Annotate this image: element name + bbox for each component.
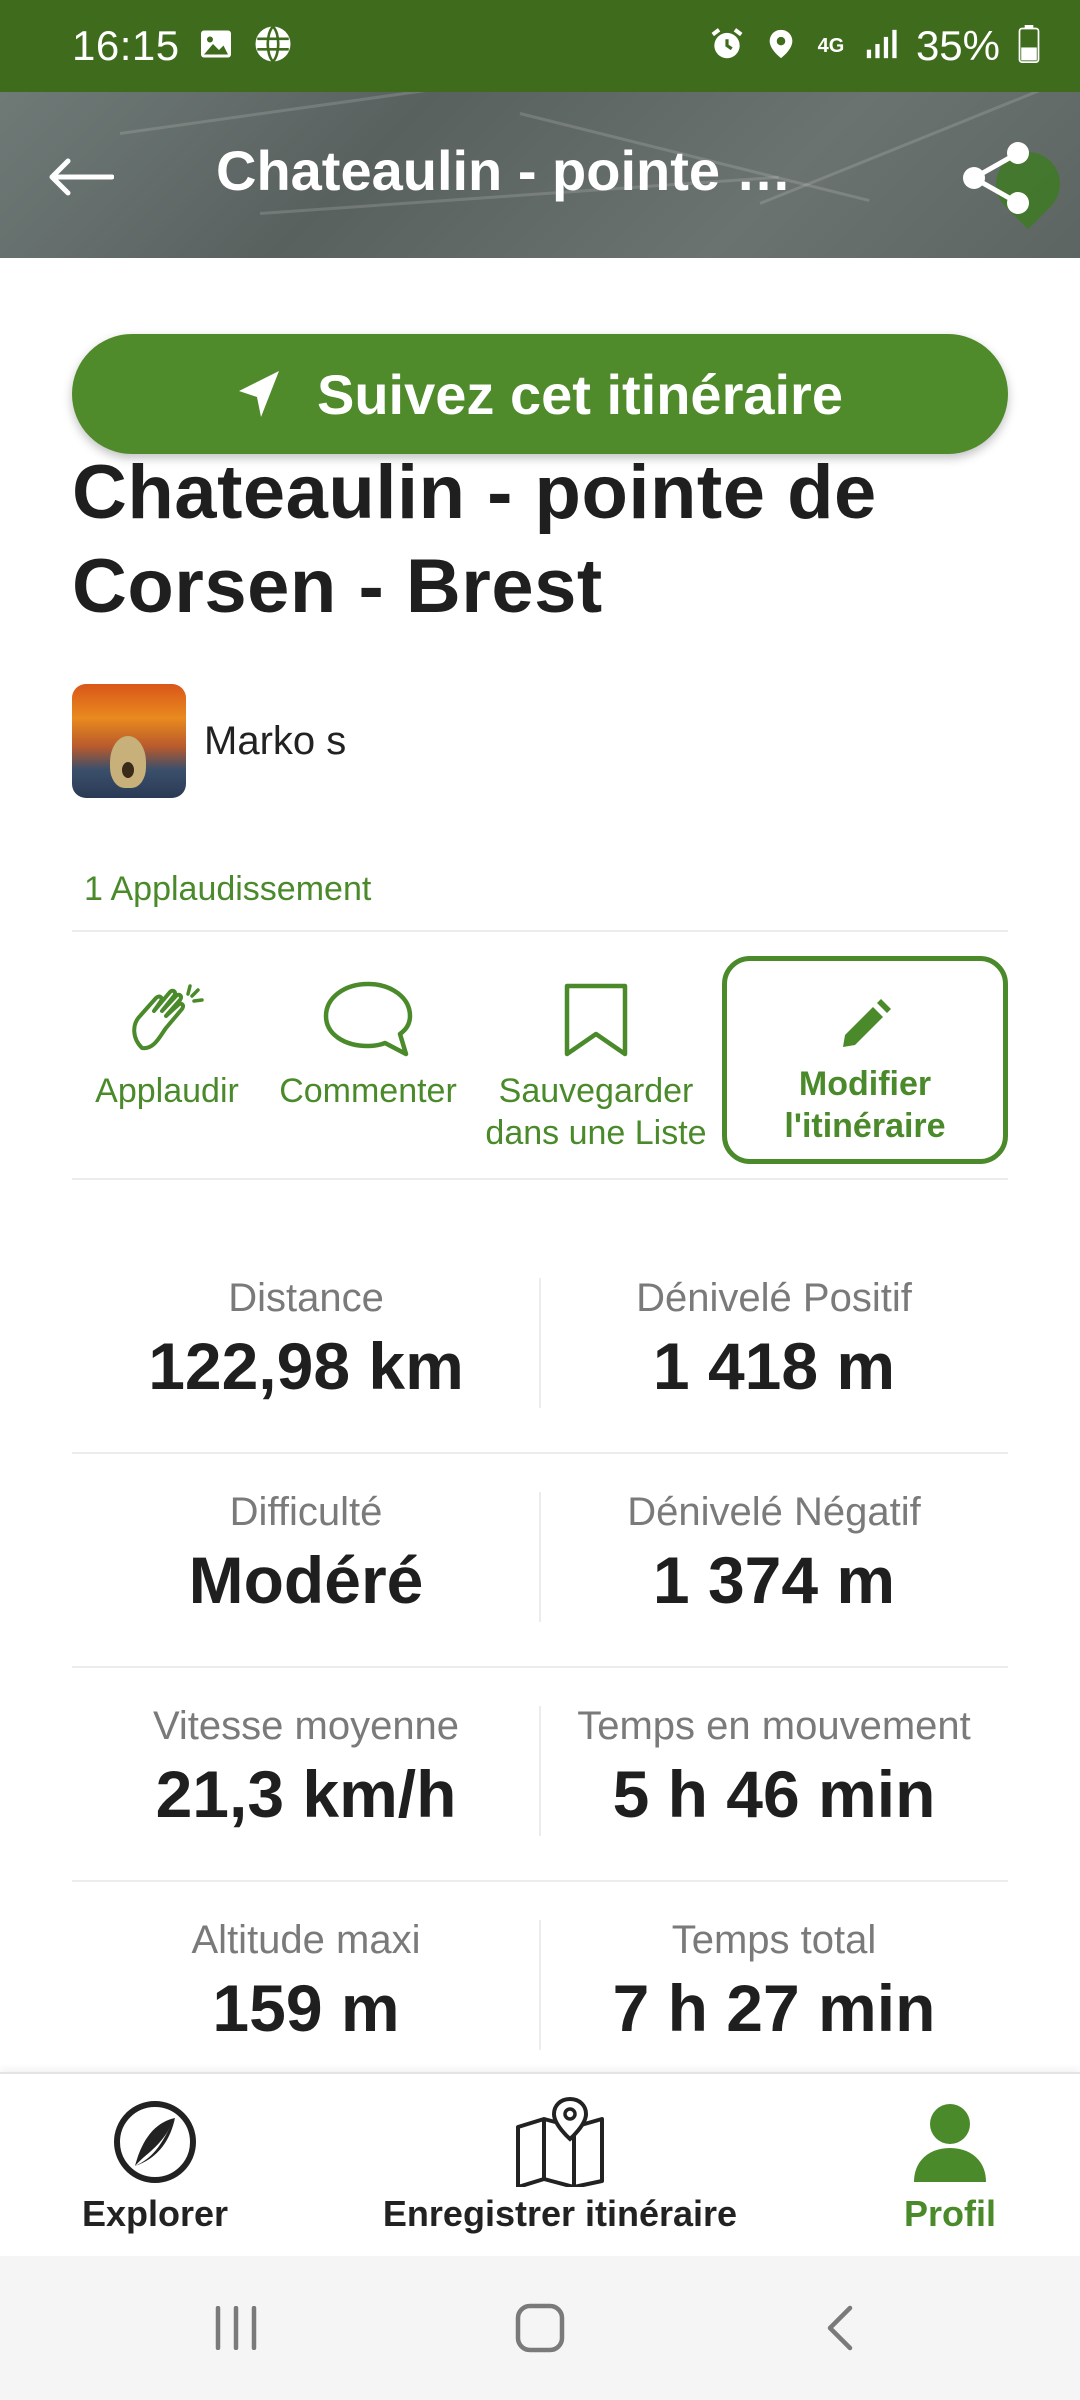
comment-button[interactable]: Commenter	[268, 956, 468, 1168]
status-bar: 16:15 4G 35%	[0, 0, 1080, 92]
stat-value: 159 m	[212, 1971, 400, 2045]
signal-icon	[864, 27, 898, 66]
stat-value: 1 374 m	[652, 1543, 896, 1617]
status-time: 16:15	[72, 22, 180, 69]
navigation-arrow-icon	[238, 371, 279, 417]
app-header: Chateaulin - pointe de Corsen - Brest	[0, 92, 1080, 258]
bookmark-icon	[564, 983, 628, 1057]
applause-count[interactable]: 1 Applaudissement	[84, 870, 371, 909]
edit-route-button[interactable]: Modifier l'itinéraire	[722, 956, 1008, 1164]
divider	[72, 1178, 1008, 1180]
network-4g-icon: 4G	[817, 35, 845, 57]
stat-label: Dénivelé Positif	[636, 1276, 912, 1320]
alarm-icon	[708, 25, 746, 68]
profile-icon	[914, 2104, 986, 2182]
author-name[interactable]: Marko s	[204, 719, 346, 764]
stat-total-time: Temps total 7 h 27 min	[540, 1916, 1008, 2048]
stat-label: Dénivelé Négatif	[627, 1490, 921, 1534]
clap-icon	[132, 984, 204, 1051]
back-button[interactable]	[40, 137, 120, 217]
stat-row: Difficulté Modéré Dénivelé Négatif 1 374…	[72, 1454, 1008, 1668]
save-to-list-label: Sauvegarder dans une Liste	[485, 1072, 707, 1152]
follow-route-label: Suivez cet itinéraire	[316, 362, 843, 426]
author[interactable]: Marko s	[72, 684, 346, 798]
nav-record-route-label: Enregistrer itinéraire	[382, 2193, 738, 2234]
action-row: Applaudir Commenter Sauvegarder dans une…	[72, 956, 1008, 1168]
status-left: 16:15	[72, 22, 294, 70]
stat-difficulty: Difficulté Modéré	[72, 1488, 540, 1620]
stats-grid: Distance 122,98 km Dénivelé Positif 1 41…	[72, 1240, 1008, 2096]
stat-row: Altitude maxi 159 m Temps total 7 h 27 m…	[72, 1882, 1008, 2096]
system-back-button[interactable]	[800, 2292, 880, 2364]
stat-value: Modéré	[188, 1543, 424, 1617]
location-icon	[764, 25, 798, 68]
stat-row: Distance 122,98 km Dénivelé Positif 1 41…	[72, 1240, 1008, 1454]
nav-profile-label: Profil	[903, 2193, 996, 2234]
stat-value: 1 418 m	[652, 1329, 896, 1403]
image-icon	[198, 26, 234, 67]
stat-max-altitude: Altitude maxi 159 m	[72, 1916, 540, 2048]
stat-label: Distance	[228, 1276, 384, 1320]
edit-route-label: Modifier l'itinéraire	[784, 1065, 946, 1145]
recents-button[interactable]	[196, 2292, 276, 2364]
comment-label: Commenter	[279, 1072, 457, 1110]
stat-label: Vitesse moyenne	[152, 1704, 460, 1748]
header-title: Chateaulin - pointe de Corsen - Brest	[216, 139, 816, 202]
back-icon	[827, 2305, 853, 2351]
nav-explorer-label: Explorer	[81, 2193, 229, 2234]
stat-elevation-loss: Dénivelé Négatif 1 374 m	[540, 1488, 1008, 1620]
stat-average-speed: Vitesse moyenne 21,3 km/h	[72, 1702, 540, 1834]
divider	[72, 930, 1008, 932]
explore-icon	[114, 2101, 196, 2183]
arrow-left-icon	[49, 158, 114, 196]
nav-record-route[interactable]: Enregistrer itinéraire	[360, 2074, 760, 2258]
avatar[interactable]	[72, 684, 186, 798]
recents-icon	[215, 2306, 257, 2350]
follow-route-button[interactable]: Suivez cet itinéraire	[72, 334, 1008, 454]
nav-explorer[interactable]: Explorer	[40, 2074, 270, 2258]
battery-percent: 35%	[915, 22, 1000, 69]
applaud-button[interactable]: Applaudir	[72, 956, 262, 1168]
stat-row: Vitesse moyenne 21,3 km/h Temps en mouve…	[72, 1668, 1008, 1882]
home-icon	[515, 2303, 565, 2353]
status-right: 4G 35%	[708, 22, 1040, 70]
save-to-list-button[interactable]: Sauvegarder dans une Liste	[476, 956, 716, 1168]
globe-icon	[252, 23, 294, 70]
stat-label: Temps total	[671, 1918, 877, 1962]
stat-value: 7 h 27 min	[612, 1971, 936, 2045]
stat-value: 21,3 km/h	[155, 1757, 457, 1831]
stat-label: Difficulté	[229, 1490, 383, 1534]
stat-elevation-gain: Dénivelé Positif 1 418 m	[540, 1274, 1008, 1406]
applaud-label: Applaudir	[95, 1072, 239, 1110]
battery-icon	[1018, 24, 1040, 68]
comment-icon	[323, 981, 413, 1057]
share-icon	[963, 142, 1029, 214]
pencil-icon	[843, 999, 891, 1047]
route-title: Chateaulin - pointe de Corsen - Brest	[72, 450, 877, 629]
stat-label: Temps en mouvement	[577, 1704, 971, 1748]
share-button[interactable]	[952, 134, 1040, 222]
home-button[interactable]	[500, 2292, 580, 2364]
system-nav	[0, 2256, 1080, 2400]
stat-value: 122,98 km	[148, 1329, 464, 1403]
stat-label: Altitude maxi	[191, 1918, 421, 1962]
stat-distance: Distance 122,98 km	[72, 1274, 540, 1406]
stat-value: 5 h 46 min	[612, 1757, 936, 1831]
stat-moving-time: Temps en mouvement 5 h 46 min	[540, 1702, 1008, 1834]
nav-profile[interactable]: Profil	[860, 2074, 1040, 2258]
map-pin-icon	[516, 2097, 604, 2187]
bottom-nav: Explorer Enregistrer itinéraire Profil	[0, 2072, 1080, 2256]
